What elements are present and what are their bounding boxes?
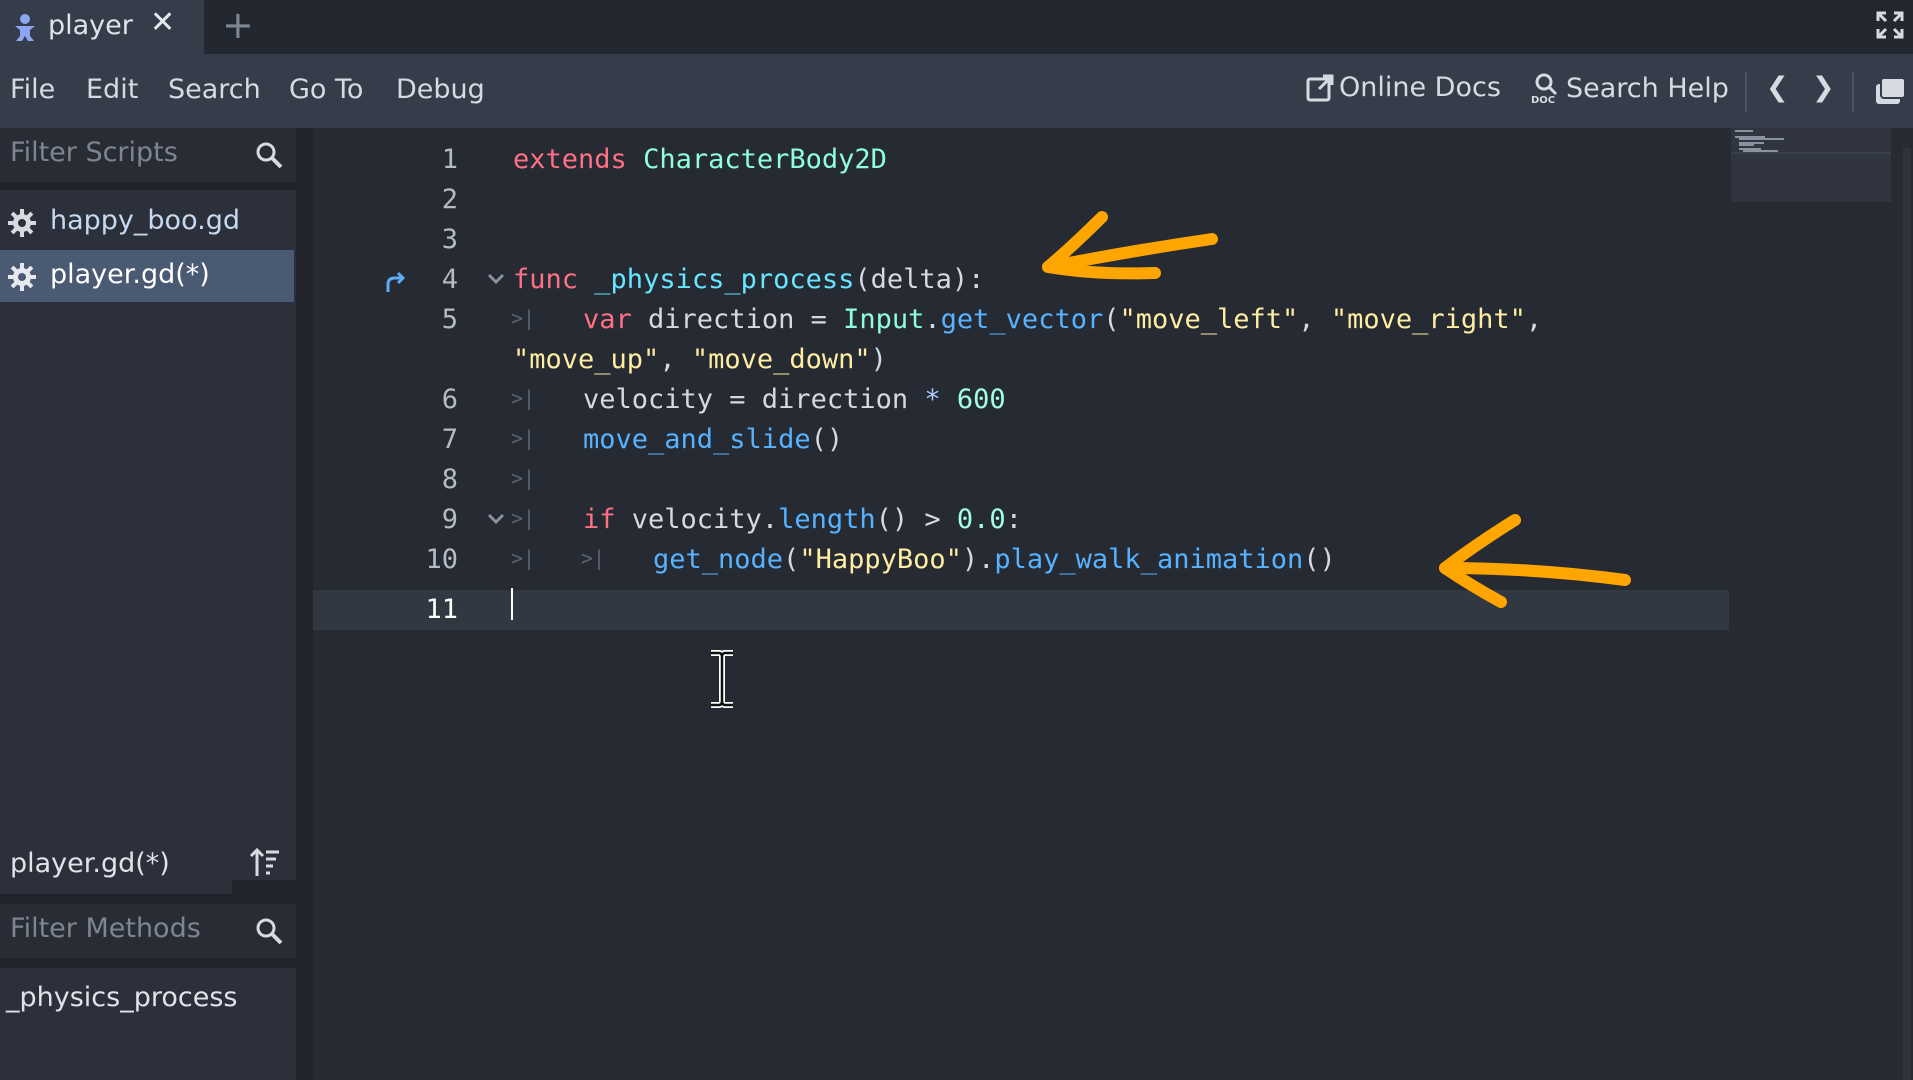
indent-marker-icon: >| [511, 386, 536, 410]
search-icon [256, 142, 283, 169]
indent-marker-icon: >| [511, 306, 536, 330]
filter-scripts-placeholder: Filter Scripts [10, 137, 178, 168]
line-number: 10 [425, 544, 458, 575]
script-item-label: player.gd(*) [50, 259, 210, 290]
code-text-wrapped: "move_up", "move_down") [513, 344, 887, 375]
indent-marker-icon: >| [511, 466, 536, 490]
sort-icon[interactable] [248, 846, 282, 880]
code-line-8: 8 >| [313, 460, 1729, 500]
external-link-icon [1306, 74, 1334, 101]
current-script-name: player.gd(*) [0, 836, 232, 894]
code-text: func _physics_process(delta): [513, 264, 985, 295]
indent-marker-icon: >| [511, 546, 536, 570]
code-text: extends CharacterBody2D [513, 144, 887, 175]
tab-label: player [48, 10, 133, 41]
code-line-3: 3 [313, 220, 1729, 260]
indent-marker-icon: >| [581, 546, 606, 570]
line-number: 1 [441, 144, 458, 175]
code-line-7: 7 >| move_and_slide() [313, 420, 1729, 460]
search-icon [256, 918, 283, 945]
menu-file[interactable]: File [10, 74, 55, 105]
code-line-6: 6 >| velocity = direction * 600 [313, 380, 1729, 420]
code-text: move_and_slide() [583, 424, 844, 455]
online-docs-label: Online Docs [1339, 72, 1501, 103]
code-line-5: 5 >| var direction = Input.get_vector("m… [313, 300, 1729, 380]
history-forward-icon[interactable]: ❯ [1812, 72, 1835, 103]
menu-debug[interactable]: Debug [396, 74, 485, 105]
line-number: 9 [441, 504, 458, 535]
make-floating-icon[interactable] [1874, 76, 1906, 106]
search-help-button[interactable]: DOC Search Help [1530, 72, 1729, 105]
code-minimap[interactable] [1731, 128, 1891, 202]
code-line-2: 2 [313, 180, 1729, 220]
line-number: 8 [441, 464, 458, 495]
indent-marker-icon: >| [511, 426, 536, 450]
menu-go-to[interactable]: Go To [289, 74, 363, 105]
line-number: 2 [441, 184, 458, 215]
add-tab-icon[interactable]: + [222, 6, 254, 44]
fold-arrow-icon[interactable] [485, 268, 507, 290]
code-line-1: 1 extends CharacterBody2D [313, 140, 1729, 180]
toolbar-separator [1745, 72, 1747, 112]
line-number: 4 [441, 264, 458, 295]
method-item[interactable]: _physics_process [6, 982, 237, 1013]
scene-tab-bar: player ✕ + [0, 0, 1913, 54]
vertical-scrollbar[interactable] [1903, 148, 1911, 1080]
svg-text:DOC: DOC [1531, 95, 1555, 104]
annotation-arrow-icon [1439, 514, 1631, 608]
history-back-icon[interactable]: ❮ [1766, 72, 1789, 103]
filter-methods-input[interactable]: Filter Methods [0, 904, 296, 958]
minimap-preview [1731, 130, 1891, 154]
help-search-icon: DOC [1531, 73, 1558, 104]
gear-icon [8, 209, 36, 237]
script-item-happy-boo[interactable]: happy_boo.gd [0, 196, 294, 248]
script-item-player[interactable]: player.gd(*) [0, 250, 294, 302]
toolbar-separator [1852, 72, 1854, 112]
scripts-list: happy_boo.gd player.gd(*) [0, 190, 296, 880]
tab-player[interactable]: player ✕ [0, 0, 204, 54]
line-number: 7 [441, 424, 458, 455]
line-number: 11 [425, 594, 458, 625]
filter-scripts-input[interactable]: Filter Scripts [0, 128, 296, 182]
menu-search[interactable]: Search [168, 74, 261, 105]
indent-marker-icon: >| [511, 506, 536, 530]
tab-close-icon[interactable]: ✕ [150, 8, 175, 38]
online-docs-button[interactable]: Online Docs [1305, 72, 1501, 103]
character-body-icon [15, 14, 35, 41]
script-list-panel: Filter Scripts happy_boo.gd player.gd(*)… [0, 128, 296, 1080]
search-help-label: Search Help [1566, 72, 1729, 104]
code-line-4: 4 func _physics_process(delta): [313, 260, 1729, 300]
menu-edit[interactable]: Edit [86, 74, 138, 105]
current-script-label: player.gd(*) [10, 848, 170, 879]
fold-arrow-icon[interactable] [485, 508, 507, 530]
script-editor-menubar: File Edit Search Go To Debug Online Docs… [0, 54, 1913, 128]
code-text: if velocity.length() > 0.0: [583, 504, 1022, 535]
gear-icon [8, 263, 36, 291]
script-item-label: happy_boo.gd [50, 205, 240, 236]
text-caret [511, 588, 513, 620]
line-number: 6 [441, 384, 458, 415]
methods-list: _physics_process [0, 968, 296, 1080]
line-number: 5 [441, 304, 458, 335]
annotation-arrow-icon [1042, 211, 1218, 280]
code-text: var direction = Input.get_vector("move_l… [583, 304, 1543, 335]
line-number: 3 [441, 224, 458, 255]
text-cursor-icon [711, 650, 733, 708]
fullscreen-icon[interactable] [1875, 10, 1905, 40]
code-text: get_node("HappyBoo").play_walk_animation… [653, 544, 1336, 575]
code-text: velocity = direction * 600 [583, 384, 1006, 415]
filter-methods-placeholder: Filter Methods [10, 913, 201, 944]
